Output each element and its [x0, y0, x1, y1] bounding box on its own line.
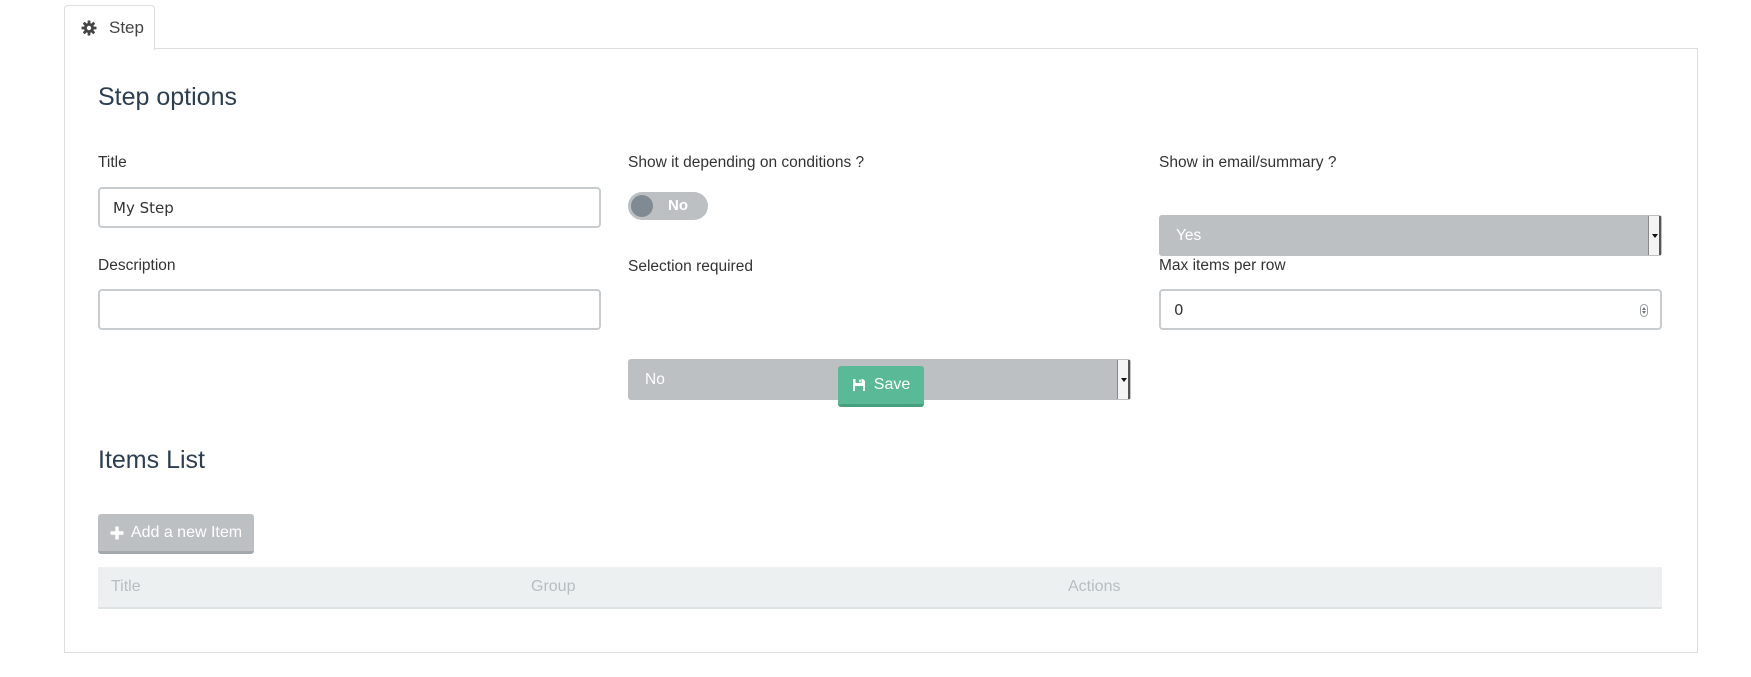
toggle-knob [631, 195, 653, 217]
title-label: Title [98, 154, 127, 171]
max-items-label: Max items per row [1159, 257, 1286, 274]
description-input[interactable] [98, 289, 601, 330]
plus-icon [110, 526, 124, 540]
conditions-toggle[interactable]: No [628, 192, 708, 220]
floppy-disk-icon [852, 378, 866, 392]
column-header-group: Group [531, 578, 576, 595]
chevron-down-icon [1117, 360, 1130, 399]
save-button[interactable]: Save [838, 366, 924, 407]
max-items-value: 0 [1174, 300, 1184, 319]
save-button-label: Save [873, 376, 911, 393]
selection-required-value: No [645, 370, 665, 388]
email-summary-label: Show in email/summary ? [1159, 154, 1337, 171]
email-summary-select[interactable]: Yes [1159, 215, 1662, 256]
conditions-label: Show it depending on conditions ? [628, 154, 865, 171]
step-options-heading: Step options [98, 83, 237, 111]
description-label: Description [98, 257, 176, 274]
column-header-title: Title [111, 578, 141, 595]
max-items-input[interactable]: 0 [1159, 289, 1662, 330]
add-item-label: Add a new Item [130, 523, 243, 541]
title-input-value: My Step [113, 198, 174, 217]
number-spinner-icon[interactable] [1640, 304, 1648, 317]
tab-step[interactable]: Step [64, 5, 155, 50]
tab-step-label: Step [109, 18, 144, 37]
items-table-header: Title Group Actions [98, 567, 1662, 609]
column-header-actions: Actions [1068, 578, 1121, 595]
conditions-toggle-text: No [668, 197, 688, 214]
email-summary-value: Yes [1176, 226, 1202, 244]
selection-required-label: Selection required [628, 258, 753, 275]
step-panel: Step options Title Show it depending on … [64, 48, 1698, 653]
chevron-down-icon [1648, 216, 1661, 255]
step-editor: Step Step options Title Show it dependin… [0, 0, 1751, 677]
gear-icon [81, 20, 97, 36]
title-input[interactable]: My Step [98, 187, 601, 228]
add-item-button[interactable]: Add a new Item [98, 514, 254, 554]
items-list-heading: Items List [98, 446, 205, 474]
